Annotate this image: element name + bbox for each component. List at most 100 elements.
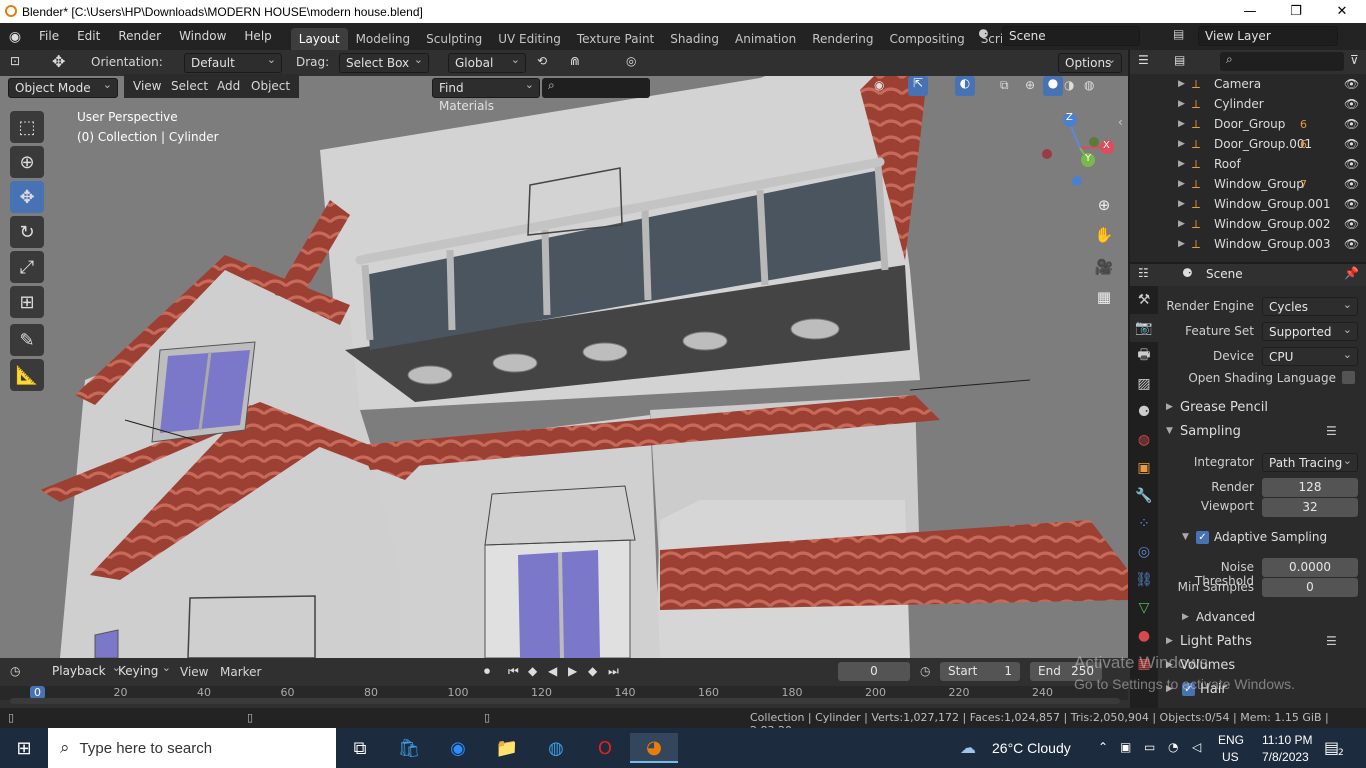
- blender-menu-icon[interactable]: ◉: [0, 29, 30, 45]
- drag-dropdown[interactable]: Select Box: [339, 51, 429, 73]
- data-tab-icon[interactable]: ▽: [1130, 594, 1158, 622]
- menu-render[interactable]: Render: [109, 23, 170, 50]
- outliner-item[interactable]: ▶ ⟂ Window_Group 7 👁: [1130, 174, 1366, 194]
- sampling-expand-icon[interactable]: ▼: [1166, 426, 1173, 436]
- object-tab-icon[interactable]: ▣: [1130, 454, 1158, 482]
- language-bottom[interactable]: US: [1222, 750, 1239, 764]
- marker-menu[interactable]: Marker: [220, 665, 261, 679]
- record-icon[interactable]: ⏺: [484, 664, 490, 679]
- outliner-item[interactable]: ▶ ⟂ Cylinder 👁: [1130, 94, 1366, 114]
- tab-sculpting[interactable]: Sculpting: [418, 28, 490, 50]
- sampling-presets-icon[interactable]: ☰: [1326, 424, 1337, 438]
- menu-help[interactable]: Help: [235, 23, 280, 50]
- visibility-eye-icon[interactable]: 👁: [1344, 177, 1359, 191]
- tray-device-icon[interactable]: ▣: [1120, 740, 1131, 754]
- play-reverse-icon[interactable]: ◀: [548, 664, 557, 678]
- tab-shading[interactable]: Shading: [662, 28, 727, 50]
- tab-uv-editing[interactable]: UV Editing: [490, 28, 569, 50]
- noise-threshold-field[interactable]: 0.0000: [1262, 558, 1358, 577]
- xray-icon[interactable]: ⧉: [1000, 78, 1009, 93]
- expand-arrow-icon[interactable]: ▶: [1178, 119, 1185, 129]
- expand-arrow-icon[interactable]: ▶: [1178, 99, 1185, 109]
- sampling-section[interactable]: Sampling: [1180, 424, 1241, 439]
- render-engine-dropdown[interactable]: Cycles: [1262, 295, 1358, 316]
- menu-edit[interactable]: Edit: [68, 23, 109, 50]
- expand-arrow-icon[interactable]: ▶: [1178, 179, 1185, 189]
- expand-arrow-icon[interactable]: ▶: [1178, 239, 1185, 249]
- next-keyframe-icon[interactable]: ◆: [588, 664, 597, 678]
- transform-tool-icon[interactable]: ⊞: [10, 286, 44, 318]
- feature-set-dropdown[interactable]: Supported: [1262, 320, 1358, 341]
- mode-dropdown[interactable]: Object Mode: [8, 76, 118, 98]
- advanced-expand-icon[interactable]: ▶: [1182, 612, 1189, 622]
- tab-animation[interactable]: Animation: [727, 28, 804, 50]
- scene-tab-icon[interactable]: ⚈: [1130, 398, 1158, 426]
- blender-app-icon[interactable]: ◕: [630, 733, 678, 763]
- pin-icon[interactable]: 📌: [1344, 266, 1359, 280]
- adaptive-sampling-expand-icon[interactable]: ▼: [1182, 532, 1189, 542]
- device-dropdown[interactable]: CPU: [1262, 345, 1358, 366]
- visibility-eye-icon[interactable]: 👁: [1344, 157, 1359, 171]
- solid-shading-icon[interactable]: ●: [1043, 76, 1063, 96]
- scale-tool-icon[interactable]: ⤢: [10, 251, 44, 283]
- scene-selector[interactable]: Scene: [1002, 26, 1140, 46]
- editor-type-icon[interactable]: ⊡: [10, 54, 20, 68]
- find-materials-dropdown[interactable]: Find Materials: [432, 76, 540, 113]
- overlay-toggle-icon[interactable]: ◐: [955, 76, 975, 96]
- tab-texture-paint[interactable]: Texture Paint: [569, 28, 662, 50]
- volume-icon[interactable]: ◁: [1192, 740, 1201, 754]
- notifications-icon[interactable]: ▤: [1324, 738, 1339, 757]
- render-samples-field[interactable]: 128: [1262, 478, 1358, 497]
- visibility-icon[interactable]: ◉: [874, 78, 884, 92]
- tab-modeling[interactable]: Modeling: [348, 28, 419, 50]
- task-view-icon[interactable]: ⧉: [336, 733, 384, 763]
- sidebar-collapse-icon[interactable]: ‹: [1118, 115, 1123, 129]
- grease-pencil-section[interactable]: Grease Pencil: [1180, 400, 1268, 415]
- material-tab-icon[interactable]: ●: [1130, 622, 1158, 650]
- current-frame-field[interactable]: 0: [838, 662, 910, 681]
- close-button[interactable]: ✕: [1319, 0, 1365, 23]
- prev-keyframe-icon[interactable]: ◆: [528, 664, 537, 678]
- file-explorer-icon[interactable]: 📁: [483, 733, 531, 763]
- osl-checkbox[interactable]: [1342, 371, 1355, 384]
- light-paths-expand-icon[interactable]: ▶: [1166, 636, 1173, 646]
- pivot-icon[interactable]: ⟲: [537, 54, 547, 68]
- menu-window[interactable]: Window: [170, 23, 235, 50]
- material-shading-icon[interactable]: ◑: [1064, 78, 1074, 92]
- outliner-search-input[interactable]: ⌕: [1220, 52, 1344, 71]
- rotate-tool-icon[interactable]: ↻: [10, 216, 44, 248]
- outliner-item[interactable]: ▶ ⟂ Camera 👁: [1130, 74, 1366, 94]
- select-box-tool-icon[interactable]: ⬚: [10, 111, 44, 143]
- world-tab-icon[interactable]: ◍: [1130, 426, 1158, 454]
- particles-tab-icon[interactable]: ⁘: [1130, 510, 1158, 538]
- outliner-editor-icon[interactable]: ☰: [1138, 53, 1149, 67]
- keying-menu[interactable]: Keying: [112, 659, 176, 682]
- annotate-tool-icon[interactable]: ✎: [10, 324, 44, 356]
- camera-view-icon[interactable]: 🎥: [1091, 254, 1117, 280]
- min-samples-field[interactable]: 0: [1262, 578, 1358, 597]
- expand-arrow-icon[interactable]: ▶: [1178, 79, 1185, 89]
- constraints-tab-icon[interactable]: ⛓: [1130, 566, 1158, 594]
- zoom-icon[interactable]: ⊕: [1091, 192, 1117, 218]
- pan-hand-icon[interactable]: ✋: [1091, 222, 1117, 248]
- wifi-icon[interactable]: ◔: [1168, 740, 1178, 754]
- menu-file[interactable]: File: [30, 23, 68, 50]
- options-dropdown[interactable]: Options: [1058, 51, 1122, 73]
- rendered-shading-icon[interactable]: ◍: [1084, 78, 1094, 92]
- gizmo-toggle-icon[interactable]: ⇱: [908, 76, 928, 96]
- timeline-view-menu[interactable]: View: [180, 665, 208, 679]
- object-menu[interactable]: Object: [242, 74, 300, 98]
- outliner-item[interactable]: ▶ ⟂ Window_Group.001 👁: [1130, 194, 1366, 214]
- maximize-button[interactable]: ❐: [1273, 0, 1319, 23]
- light-paths-presets-icon[interactable]: ☰: [1326, 634, 1337, 648]
- minimize-button[interactable]: —: [1227, 0, 1273, 23]
- opera-browser-icon[interactable]: O: [581, 733, 629, 763]
- visibility-eye-icon[interactable]: 👁: [1344, 117, 1359, 131]
- taskbar-search-box[interactable]: ⌕ Type here to search: [48, 728, 336, 768]
- tray-overflow-icon[interactable]: ⌃: [1098, 740, 1108, 754]
- perspective-grid-icon[interactable]: ▦: [1091, 284, 1117, 310]
- wireframe-shading-icon[interactable]: ⊕: [1025, 78, 1035, 92]
- play-icon[interactable]: ▶: [568, 664, 577, 678]
- tab-compositing[interactable]: Compositing: [881, 28, 972, 50]
- view-layer-selector[interactable]: View Layer: [1198, 26, 1338, 46]
